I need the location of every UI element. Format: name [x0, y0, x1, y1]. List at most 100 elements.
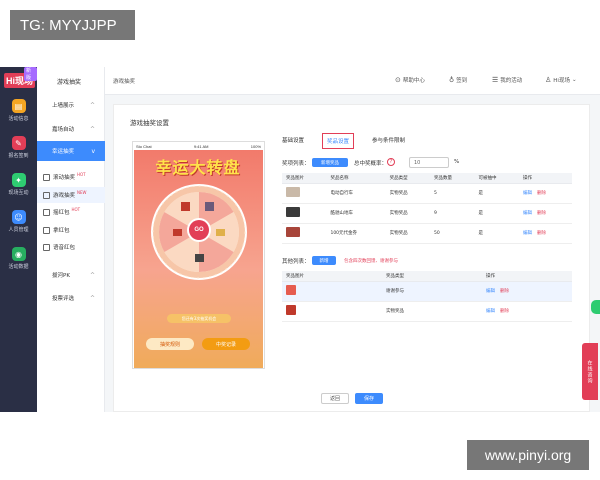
carrier-label: Sto Chat — [136, 143, 152, 149]
prize-table: 奖品图片 奖品名称 奖品类型 奖品数量 可被抽中 操作 电动自行车 实物奖品 5… — [282, 173, 572, 244]
menu-label: 游戏抽奖 — [53, 193, 76, 199]
tab-basic[interactable]: 基础设置 — [278, 133, 308, 149]
menu-item-scroll[interactable]: 滚动抽奖 HOT — [37, 169, 105, 185]
rail-label: 活动信息 — [8, 116, 29, 122]
rail-item-info[interactable]: ▤ 活动信息 — [0, 99, 37, 122]
help-label: 帮助中心 — [402, 78, 425, 84]
secondary-menu: 游戏抽奖 上墙展示 ^ 嘉场自动 ^ 幸运抽奖 v 滚动抽奖 HOT 游戏抽奖 NEW 摇… — [37, 67, 105, 412]
save-button[interactable]: 保存 — [355, 393, 383, 404]
delete-link[interactable]: 删除 — [537, 191, 546, 196]
settings-tabs: 基础设置 奖品设置 参与条件限制 — [278, 133, 409, 149]
add-other-button[interactable]: 新增 — [312, 256, 336, 265]
help-center-link[interactable]: ⊙ 帮助中心 — [395, 76, 425, 84]
delete-link[interactable]: 删除 — [500, 289, 509, 294]
signin-link[interactable]: ♁ 签到 — [449, 76, 467, 84]
rail-item-data[interactable]: ◉ 活动数据 — [0, 247, 37, 270]
menu-item-vote[interactable]: 投票评选 ^ — [37, 290, 105, 306]
edit-link[interactable]: 编辑 — [523, 231, 532, 236]
delete-link[interactable]: 删除 — [500, 309, 509, 314]
rail-label: 人员管理 — [8, 227, 29, 233]
prize-can-win: 是 — [474, 203, 519, 224]
prize-name: 电动自行车 — [326, 183, 386, 204]
delete-link[interactable]: 删除 — [537, 211, 546, 216]
edit-link[interactable]: 编辑 — [486, 289, 495, 294]
add-prize-button[interactable]: 新增奖品 — [312, 158, 348, 167]
prize-can-win: 是 — [474, 223, 519, 244]
rail-label: 现场互动 — [8, 190, 29, 196]
other-list-label: 其他列表： — [282, 259, 310, 265]
col-actions: 操作 — [482, 271, 572, 282]
phone-screen: 幸运大转盘 GO 您还有3次抽奖机会 抽奖规则 中奖记录 — [134, 150, 263, 368]
menu-item-game[interactable]: 游戏抽奖 NEW — [37, 187, 105, 203]
rail-item-people[interactable]: ☺ 人员管理 — [0, 210, 37, 233]
rules-button[interactable]: 抽奖规则 — [146, 338, 194, 350]
menu-label: 滚动抽奖 — [53, 175, 76, 181]
interact-icon: ✦ — [11, 173, 26, 187]
edit-link[interactable]: 编辑 — [486, 309, 495, 314]
menu-label: 拔河PK — [52, 273, 70, 279]
my-activity-label: 我的活动 — [500, 78, 523, 84]
edit-link[interactable]: 编辑 — [523, 211, 532, 216]
settings-card: 游戏抽奖设置 Sto Chat 9:41 AM 100% 幸运大转盘 GO 您还… — [113, 104, 590, 412]
table-row: 电动自行车 实物奖品 5 是 编辑 删除 — [282, 183, 572, 204]
watermark-bottom: www.pinyi.org — [467, 440, 589, 470]
back-button[interactable]: 返回 — [321, 393, 349, 404]
win-rate-input[interactable]: 10 — [409, 157, 449, 168]
menu-label: 语音红包 — [53, 245, 76, 251]
new-badge: NEW — [77, 189, 87, 195]
user-label: Hi现场 — [553, 78, 570, 84]
tab-prizes[interactable]: 奖品设置 — [322, 133, 355, 149]
col-name: 奖品名称 — [326, 173, 386, 184]
menu-item-voice[interactable]: 语音红包 — [37, 239, 105, 255]
col-actions: 操作 — [518, 173, 572, 184]
col-type: 奖品类型 — [382, 271, 482, 282]
prize-thumbnail — [286, 187, 300, 197]
feedback-dot[interactable] — [591, 300, 600, 314]
chances-banner: 您还有3次抽奖机会 — [167, 314, 231, 323]
rate-unit: % — [454, 159, 460, 165]
menu-item-wall[interactable]: 上墙展示 ^ — [37, 97, 105, 113]
prize-type: 实物奖品 — [385, 203, 431, 224]
help-circle-icon[interactable]: ? — [387, 158, 395, 166]
menu-item-auto[interactable]: 嘉场自动 ^ — [37, 121, 105, 137]
page-title: 游戏抽奖设置 — [130, 119, 169, 127]
breadcrumb: 游戏抽奖 — [113, 79, 136, 85]
other-type: 谢谢参与 — [382, 281, 482, 302]
menu-item-shake[interactable]: 摇红包 HOT — [37, 204, 105, 220]
prize-list-label: 奖项列表： — [282, 161, 310, 167]
other-table: 奖品图片 奖品类型 操作 谢谢参与 编辑 删除 实物奖品 编辑 删除 — [282, 271, 572, 322]
menu-label: 投票评选 — [52, 296, 75, 302]
table-row: 100元代金券 实物奖品 50 是 编辑 删除 — [282, 223, 572, 244]
hot-badge: HOT — [77, 171, 86, 177]
prize-type: 实物奖品 — [385, 223, 431, 244]
rail-item-checkin[interactable]: ✎ 报名签到 — [0, 136, 37, 159]
delete-link[interactable]: 删除 — [537, 231, 546, 236]
menu-item-pk[interactable]: 拔河PK ^ — [37, 267, 105, 283]
win-rate-label: 总中奖概率： — [354, 161, 388, 167]
redpacket-icon — [43, 226, 50, 234]
menu-item-lucky[interactable]: 幸运抽奖 v — [37, 141, 105, 161]
rail-label: 活动数据 — [8, 264, 29, 270]
prize-can-win: 是 — [474, 183, 519, 204]
other-list-hint: 包含四次数回馈、谢谢参与 — [344, 259, 398, 264]
prize-thumbnail — [286, 285, 296, 295]
records-button[interactable]: 中奖记录 — [202, 338, 250, 350]
menu-item-grab[interactable]: 拿红包 — [37, 222, 105, 238]
prize-type: 实物奖品 — [385, 183, 431, 204]
redpacket-icon — [43, 208, 50, 216]
rail-label: 报名签到 — [8, 153, 29, 159]
edit-link[interactable]: 编辑 — [523, 191, 532, 196]
online-consult-tab[interactable]: 在线咨询 — [582, 343, 598, 400]
prize-thumbnail — [286, 227, 300, 237]
menu-label: 摇红包 — [53, 210, 70, 216]
tab-conditions[interactable]: 参与条件限制 — [368, 133, 409, 149]
game-icon — [43, 191, 50, 199]
my-activity-link[interactable]: ☰ 我的活动 — [492, 76, 522, 84]
menu-label: 嘉场自动 — [52, 127, 75, 133]
info-icon: ▤ — [11, 99, 26, 113]
go-button[interactable]: GO — [189, 220, 209, 240]
rail-item-interact[interactable]: ✦ 现场互动 — [0, 173, 37, 196]
user-menu[interactable]: ♙ Hi现场 ⌄ — [545, 76, 577, 84]
chevron-up-icon: ^ — [89, 125, 95, 133]
col-can-win: 可被抽中 — [474, 173, 519, 184]
